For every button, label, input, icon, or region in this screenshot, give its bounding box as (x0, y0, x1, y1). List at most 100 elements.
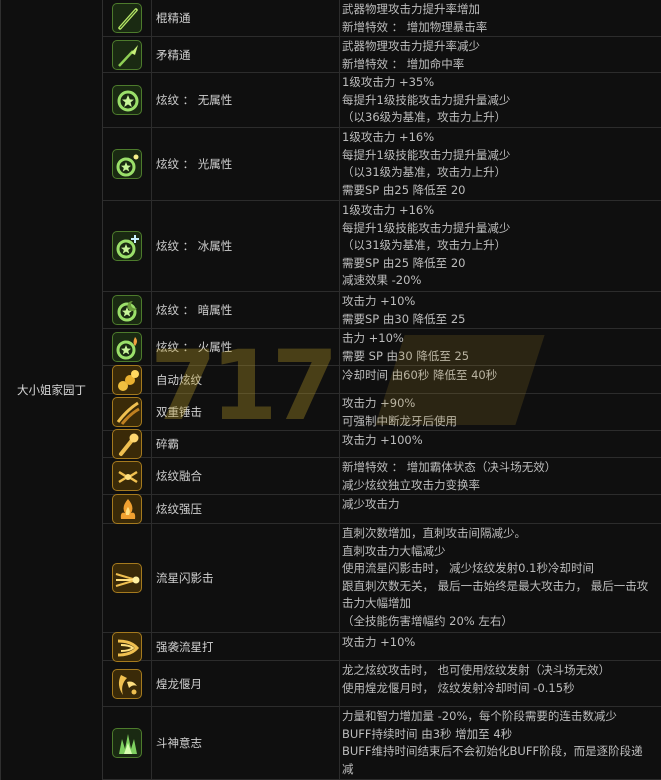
description-line: （以36级为基准，攻击力上升） (342, 110, 507, 124)
description-line: 直刺攻击力大幅减少 (342, 543, 446, 558)
skill-description: 击力 +10% 需要 SP 由30 降低至 25 (340, 329, 661, 365)
skill-row: 矛精通 武器物理攻击力提升率减少 新增特效 ： 增加命中率 (103, 37, 661, 73)
light-orb-icon (112, 149, 142, 179)
description-line: 1级攻击力 +16% (342, 203, 435, 217)
description-line: 跟直刺次数无关， 最后一击始终是最大攻击力， 最后一击攻 (342, 578, 649, 593)
description-line: （以31级为基准，攻击力上升） (342, 165, 507, 179)
description-line: BUFF持续时间 由3秒 增加至 4秒 (342, 726, 513, 741)
skill-description: 武器物理攻击力提升率增加 新增特效 ： 增加物理暴击率 (340, 0, 661, 36)
skill-name: 炫纹 ： 无属性 (151, 73, 340, 127)
description-line: 攻击力 +100% (342, 433, 423, 447)
skill-row: 斗神意志 力量和智力增加量 -20%，每个阶段需要的连击数减少 BUFF持续时间 由… (103, 707, 661, 780)
skill-row: 碎霸 攻击力 +100% (103, 429, 661, 459)
skill-description: 新增特效 ： 增加霸体状态（决斗场无效） 减少炫纹独立攻击力变换率 (340, 458, 661, 494)
ice-orb-icon (112, 231, 142, 261)
skill-icon-cell (103, 394, 152, 430)
description-line: 需要SP 由30 降低至 25 (342, 311, 466, 326)
description-line: 攻击力 +90% (342, 396, 416, 410)
skill-name: 炫纹强压 (151, 495, 340, 523)
description-line: 使用流星闪影击时， 减少炫纹发射0.1秒冷却时间 (342, 561, 594, 575)
description-line: 减少攻击力 (342, 497, 400, 511)
description-line: 冷却时间 由60秒 降低至 40秒 (342, 368, 498, 382)
skill-description: 武器物理攻击力提升率减少 新增特效 ： 增加命中率 (340, 37, 661, 72)
skill-description: 龙之炫纹攻击时， 也可使用炫纹发射（决斗场无效） 使用煌龙偃月时， 炫纹发射冷却时… (340, 661, 661, 706)
double-strike-icon (112, 397, 142, 427)
description-line: 减 (342, 761, 354, 776)
skill-icon-cell (103, 329, 152, 365)
skill-row: 炫纹融合 新增特效 ： 增加霸体状态（决斗场无效） 减少炫纹独立攻击力变换率 (103, 458, 661, 495)
skill-name: 流星闪影击 (151, 524, 340, 632)
description-line: 力量和智力增加量 -20%，每个阶段需要的连击数减少 (342, 709, 617, 723)
skill-name: 炫纹 ： 冰属性 (151, 201, 340, 291)
skill-icon-cell (103, 292, 152, 328)
description-line: 每提升1级技能攻击力提升量减少 (342, 92, 511, 107)
class-name: 大小姐家园丁 (17, 383, 86, 397)
description-line: 新增特效 ： 增加物理暴击率 (342, 19, 488, 34)
description-line: 击力 +10% (342, 331, 404, 345)
skill-icon-cell (103, 201, 152, 291)
meteor-icon (112, 563, 142, 593)
spear-icon (112, 39, 142, 70)
class-name-cell: 大小姐家园丁 (0, 0, 103, 780)
skill-row: 煌龙偃月 龙之炫纹攻击时， 也可使用炫纹发射（决斗场无效） 使用煌龙偃月时， 炫纹发… (103, 661, 661, 707)
auto-orb-icon (112, 364, 142, 395)
war-god-icon (112, 728, 142, 758)
description-line: （以31级为基准，攻击力上升） (342, 238, 507, 252)
description-line: 1级攻击力 +16% (342, 130, 435, 144)
description-line: 攻击力 +10% (342, 294, 416, 308)
skill-icon-cell (103, 458, 152, 494)
skill-name: 矛精通 (151, 37, 340, 72)
skill-description: 直刺次数增加，直刺攻击间隔减少。 直刺攻击力大幅减少 使用流星闪影击时， 减少炫纹发… (340, 524, 661, 632)
skill-name: 煌龙偃月 (151, 661, 340, 706)
skill-row: 双重锤击 攻击力 +90% 可强制中断龙牙后使用 (103, 394, 661, 431)
description-line: 使用煌龙偃月时， 炫纹发射冷却时间 -0.15秒 (342, 680, 575, 695)
description-line: 每提升1级技能攻击力提升量减少 (342, 220, 511, 235)
description-line: 每提升1级技能攻击力提升量减少 (342, 147, 511, 162)
description-line: BUFF维持时间结束后不会初始化BUFF阶段，而是逐阶段递 (342, 744, 643, 758)
skill-name: 双重锤击 (151, 394, 340, 430)
skill-name: 斗神意志 (151, 707, 340, 779)
skill-icon-cell (103, 707, 152, 779)
skill-name: 强袭流星打 (151, 633, 340, 660)
skill-description: 力量和智力增加量 -20%，每个阶段需要的连击数减少 BUFF持续时间 由3秒 增… (340, 707, 661, 779)
skill-icon-cell (103, 661, 152, 706)
skill-table: 大小姐家园丁 棍精通 武器物理攻击力提升率增加 新增特效 ： 增加物理暴击率 矛精通武… (0, 0, 661, 780)
skill-icon-cell (103, 364, 152, 395)
neutral-orb-icon (112, 85, 142, 115)
skill-row: 炫纹 ： 火属性 击力 +10% 需要 SP 由30 降低至 25 (103, 329, 661, 366)
rush-meteor-icon (112, 631, 142, 662)
description-line: 龙之炫纹攻击时， 也可使用炫纹发射（决斗场无效） (342, 663, 611, 677)
skill-row: 强袭流星打 攻击力 +10% (103, 631, 661, 662)
skill-description: 攻击力 +10% (340, 633, 661, 660)
skill-icon-cell (103, 0, 152, 36)
description-line: 需要SP 由25 降低至 20 (342, 182, 466, 197)
description-line: 击力大幅增加 (342, 596, 411, 610)
skill-name: 棍精通 (151, 0, 340, 36)
description-line: 减少炫纹独立攻击力变换率 (342, 477, 480, 492)
description-line: 新增特效 ： 增加霸体状态（决斗场无效） (342, 460, 557, 474)
skill-icon-cell (103, 631, 152, 662)
skill-row: 炫纹 ： 无属性 1级攻击力 +35% 每提升1级技能攻击力提升量减少 （以36级为基… (103, 73, 661, 128)
description-line: （全技能伤害增幅约 20% 左右） (342, 613, 513, 628)
skill-icon-cell (103, 128, 152, 200)
description-line: 可强制中断龙牙后使用 (342, 413, 457, 428)
skill-name: 炫纹 ： 火属性 (151, 329, 340, 365)
skill-icon-cell (103, 429, 152, 459)
description-line: 武器物理攻击力提升率减少 (342, 39, 480, 53)
skill-icon-cell (103, 73, 152, 127)
skill-row: 棍精通 武器物理攻击力提升率增加 新增特效 ： 增加物理暴击率 (103, 0, 661, 37)
dragon-crescent-icon (112, 668, 142, 699)
skill-row: 流星闪影击 直刺次数增加，直刺攻击间隔减少。 直刺攻击力大幅减少 使用流星闪影击时， … (103, 524, 661, 633)
skill-name: 炫纹 ： 光属性 (151, 128, 340, 200)
skill-icon-cell (103, 494, 152, 524)
dark-orb-icon (112, 295, 142, 325)
skill-row: 炫纹强压 减少攻击力 (103, 494, 661, 524)
skill-row: 炫纹 ： 暗属性 攻击力 +10% 需要SP 由30 降低至 25 (103, 292, 661, 329)
description-line: 新增特效 ： 增加命中率 (342, 56, 465, 71)
skill-description: 1级攻击力 +35% 每提升1级技能攻击力提升量减少 （以36级为基准，攻击力上升） (340, 73, 661, 127)
skill-description: 攻击力 +100% (340, 431, 661, 457)
skill-name: 炫纹融合 (151, 458, 340, 494)
staff-icon (112, 3, 142, 33)
skill-description: 1级攻击力 +16% 每提升1级技能攻击力提升量减少 （以31级为基准，攻击力上升）… (340, 128, 661, 200)
description-line: 1级攻击力 +35% (342, 75, 435, 89)
